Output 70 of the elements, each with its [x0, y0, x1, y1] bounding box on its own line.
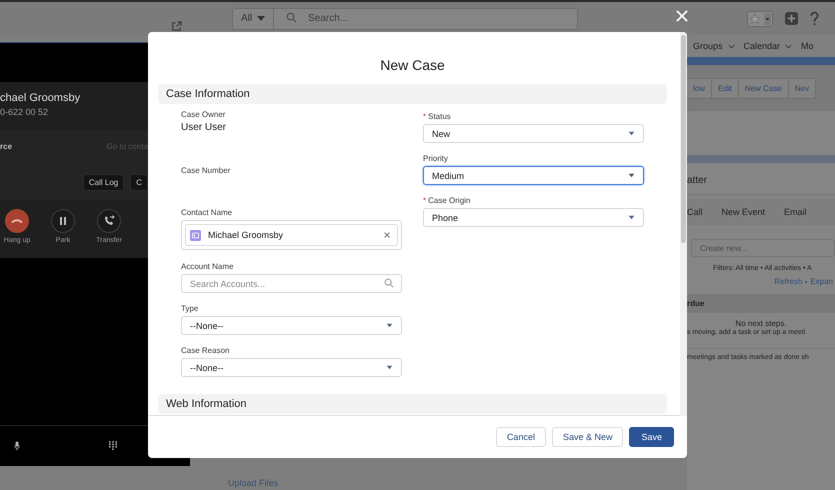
scope-dropdown[interactable]: All: [232, 8, 274, 30]
field-label: Case Reason: [181, 346, 230, 355]
record-action-button[interactable]: New Case: [738, 78, 789, 99]
global-search-field[interactable]: Search...: [274, 8, 578, 30]
empty-title: No next steps.: [734, 319, 788, 328]
field-label: Case Number: [181, 166, 230, 175]
caret-icon: [386, 323, 393, 328]
nav-tab[interactable]: Groups: [693, 41, 723, 51]
caller-name: chael Groomsby: [0, 92, 80, 104]
caret-icon: [257, 16, 266, 21]
chevron-icon[interactable]: [728, 44, 735, 48]
popout-icon[interactable]: [171, 21, 182, 32]
field-label: Status: [428, 112, 451, 121]
field-label: Type: [181, 304, 198, 313]
caret-icon: [628, 131, 635, 136]
source-label: rce: [0, 142, 12, 151]
section-header: rdue: [687, 294, 835, 313]
search-icon: [384, 278, 394, 288]
modal-title: New Case: [380, 57, 445, 73]
add-icon[interactable]: [785, 12, 798, 25]
field-label: Case Owner: [181, 110, 226, 119]
search-field[interactable]: Search Accounts...: [181, 274, 402, 293]
caret-icon: [386, 365, 393, 370]
caret-icon: [628, 215, 635, 220]
chevron-icon[interactable]: [785, 44, 792, 48]
footer-button[interactable]: Save & New: [552, 427, 624, 447]
scrollbar[interactable]: [680, 32, 687, 416]
footer-button[interactable]: Cancel: [496, 427, 546, 447]
panel-link[interactable]: Refresh: [774, 277, 802, 286]
remove-icon[interactable]: [383, 231, 391, 239]
field-label: Case Origin: [428, 196, 470, 205]
field-label: Account Name: [181, 262, 234, 271]
transfer-icon[interactable]: [97, 209, 121, 233]
required-mark: *: [423, 196, 426, 205]
select-field[interactable]: Medium: [423, 166, 644, 185]
field-label: Priority: [423, 154, 448, 163]
caret-icon: [628, 173, 635, 178]
contact-name: Michael Groomsby: [208, 230, 284, 240]
hang-up-icon[interactable]: [5, 209, 29, 233]
field-value: User User: [181, 122, 228, 133]
record-action-button[interactable]: low: [686, 78, 712, 99]
help-icon[interactable]: [810, 11, 819, 26]
separator-dot: [805, 280, 808, 282]
select-field[interactable]: --None--: [181, 358, 402, 377]
record-action-button[interactable]: Nev: [788, 78, 816, 99]
nav-tab[interactable]: Calendar: [744, 41, 780, 51]
microphone-icon[interactable]: [14, 441, 20, 451]
nav-tab[interactable]: Mo: [801, 41, 814, 51]
pause-icon[interactable]: [51, 209, 75, 233]
select-field[interactable]: Phone: [423, 208, 644, 227]
activity-tab[interactable]: Email: [784, 207, 807, 217]
panel-link[interactable]: Expan: [810, 277, 833, 286]
required-mark: *: [423, 112, 426, 121]
keypad-icon[interactable]: [109, 441, 117, 451]
search-icon: [286, 12, 298, 22]
close-icon[interactable]: [676, 10, 688, 22]
create-field[interactable]: Create new...: [691, 239, 835, 257]
caller-number: 0-622 00 52: [0, 107, 48, 117]
activity-tab[interactable]: Call: [687, 207, 703, 217]
save-button[interactable]: Save: [629, 427, 674, 447]
select-field[interactable]: --None--: [181, 316, 402, 335]
activity-tab[interactable]: New Event: [722, 207, 766, 217]
record-action-button[interactable]: Edit: [711, 78, 739, 99]
call-log-button[interactable]: C: [130, 174, 148, 190]
contact-icon: [190, 230, 201, 240]
field-label: Contact Name: [181, 208, 232, 217]
section-header: Case Information: [158, 84, 667, 104]
call-log-button[interactable]: Call Log: [82, 174, 124, 190]
select-field[interactable]: New: [423, 124, 644, 143]
section-header: Web Information: [158, 394, 667, 414]
